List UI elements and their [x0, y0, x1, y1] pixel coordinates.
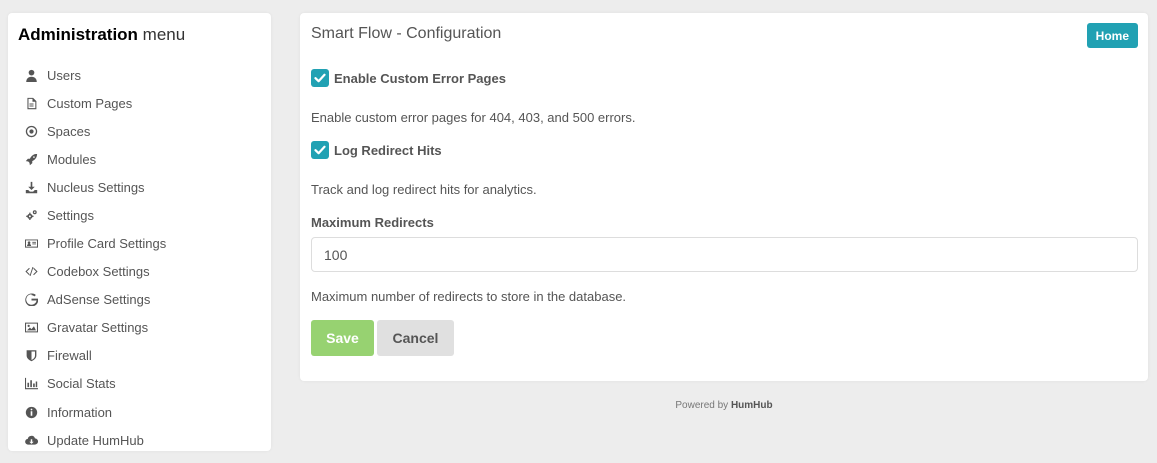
sidebar-item-users[interactable]: Users: [8, 61, 271, 89]
sidebar-item-label: Codebox Settings: [47, 263, 150, 279]
sidebar-item-label: Modules: [47, 151, 97, 167]
sidebar-title-rest: menu: [137, 25, 186, 44]
checkmark-icon: [314, 73, 326, 83]
sidebar-item-profile-card-settings[interactable]: Profile Card Settings: [8, 229, 271, 257]
image-icon: [24, 320, 38, 334]
sidebar-item-label: Custom Pages: [47, 95, 133, 111]
page-title: Smart Flow - Configuration: [311, 25, 502, 42]
sidebar-title-bold: Administration: [18, 25, 138, 44]
admin-sidebar: Administration menu Users Custom Pages S…: [8, 13, 271, 451]
home-button[interactable]: Home: [1086, 23, 1138, 48]
sidebar-item-information[interactable]: Information: [8, 398, 271, 426]
sidebar-item-label: Spaces: [47, 123, 91, 139]
enable-custom-error-pages-checkbox[interactable]: [311, 69, 329, 87]
sidebar-item-label: Users: [47, 67, 81, 83]
cancel-button[interactable]: Cancel: [377, 320, 454, 356]
info-circle-icon: [24, 405, 38, 419]
sidebar-title: Administration menu: [18, 25, 185, 45]
sidebar-item-modules[interactable]: Modules: [8, 145, 271, 173]
shield-icon: [24, 348, 38, 362]
sidebar-item-codebox-settings[interactable]: Codebox Settings: [8, 257, 271, 285]
code-icon: [24, 264, 38, 278]
dot-circle-icon: [24, 124, 38, 138]
maximum-redirects-help: Maximum number of redirects to store in …: [311, 289, 627, 304]
sidebar-item-label: Gravatar Settings: [47, 319, 149, 335]
sidebar-item-nucleus-settings[interactable]: Nucleus Settings: [8, 173, 271, 201]
cogs-icon: [24, 208, 38, 222]
log-redirect-hits-help: Track and log redirect hits for analytic…: [311, 182, 537, 197]
sidebar-item-label: AdSense Settings: [47, 291, 151, 307]
sidebar-item-label: Update HumHub: [47, 432, 144, 448]
google-icon: [24, 292, 38, 306]
sidebar-item-settings[interactable]: Settings: [8, 201, 271, 229]
sidebar-item-label: Nucleus Settings: [47, 179, 145, 195]
id-card-icon: [24, 236, 38, 250]
configuration-panel: Smart Flow - Configuration Home Enable C…: [300, 13, 1148, 381]
user-icon: [24, 68, 38, 82]
enable-custom-error-pages-help: Enable custom error pages for 404, 403, …: [311, 110, 636, 125]
log-redirect-hits-label: Log Redirect Hits: [334, 142, 442, 158]
download-icon: [24, 180, 38, 194]
bar-chart-icon: [24, 376, 38, 390]
footer: Powered by HumHub: [300, 400, 1148, 411]
footer-prefix: Powered by: [675, 400, 731, 411]
rocket-icon: [24, 152, 38, 166]
file-icon: [24, 96, 38, 110]
log-redirect-hits-checkbox-row[interactable]: Log Redirect Hits: [311, 141, 442, 159]
save-button[interactable]: Save: [311, 320, 374, 356]
sidebar-item-label: Settings: [47, 207, 94, 223]
sidebar-item-social-stats[interactable]: Social Stats: [8, 369, 271, 397]
sidebar-item-custom-pages[interactable]: Custom Pages: [8, 89, 271, 117]
sidebar-item-spaces[interactable]: Spaces: [8, 117, 271, 145]
enable-custom-error-pages-label: Enable Custom Error Pages: [334, 70, 506, 86]
sidebar-item-gravatar-settings[interactable]: Gravatar Settings: [8, 313, 271, 341]
sidebar-item-firewall[interactable]: Firewall: [8, 341, 271, 369]
enable-custom-error-pages-checkbox-row[interactable]: Enable Custom Error Pages: [311, 69, 506, 87]
sidebar-item-label: Firewall: [47, 347, 92, 363]
footer-brand-link[interactable]: HumHub: [731, 400, 773, 411]
sidebar-item-label: Social Stats: [47, 375, 116, 391]
sidebar-item-adsense-settings[interactable]: AdSense Settings: [8, 285, 271, 313]
cloud-download-icon: [24, 433, 38, 447]
checkmark-icon: [314, 145, 326, 155]
sidebar-item-update-humhub[interactable]: Update HumHub: [8, 426, 271, 454]
sidebar-item-label: Information: [47, 404, 113, 420]
log-redirect-hits-checkbox[interactable]: [311, 141, 329, 159]
maximum-redirects-input[interactable]: [311, 237, 1138, 272]
sidebar-item-label: Profile Card Settings: [47, 235, 167, 251]
maximum-redirects-label: Maximum Redirects: [311, 215, 434, 230]
